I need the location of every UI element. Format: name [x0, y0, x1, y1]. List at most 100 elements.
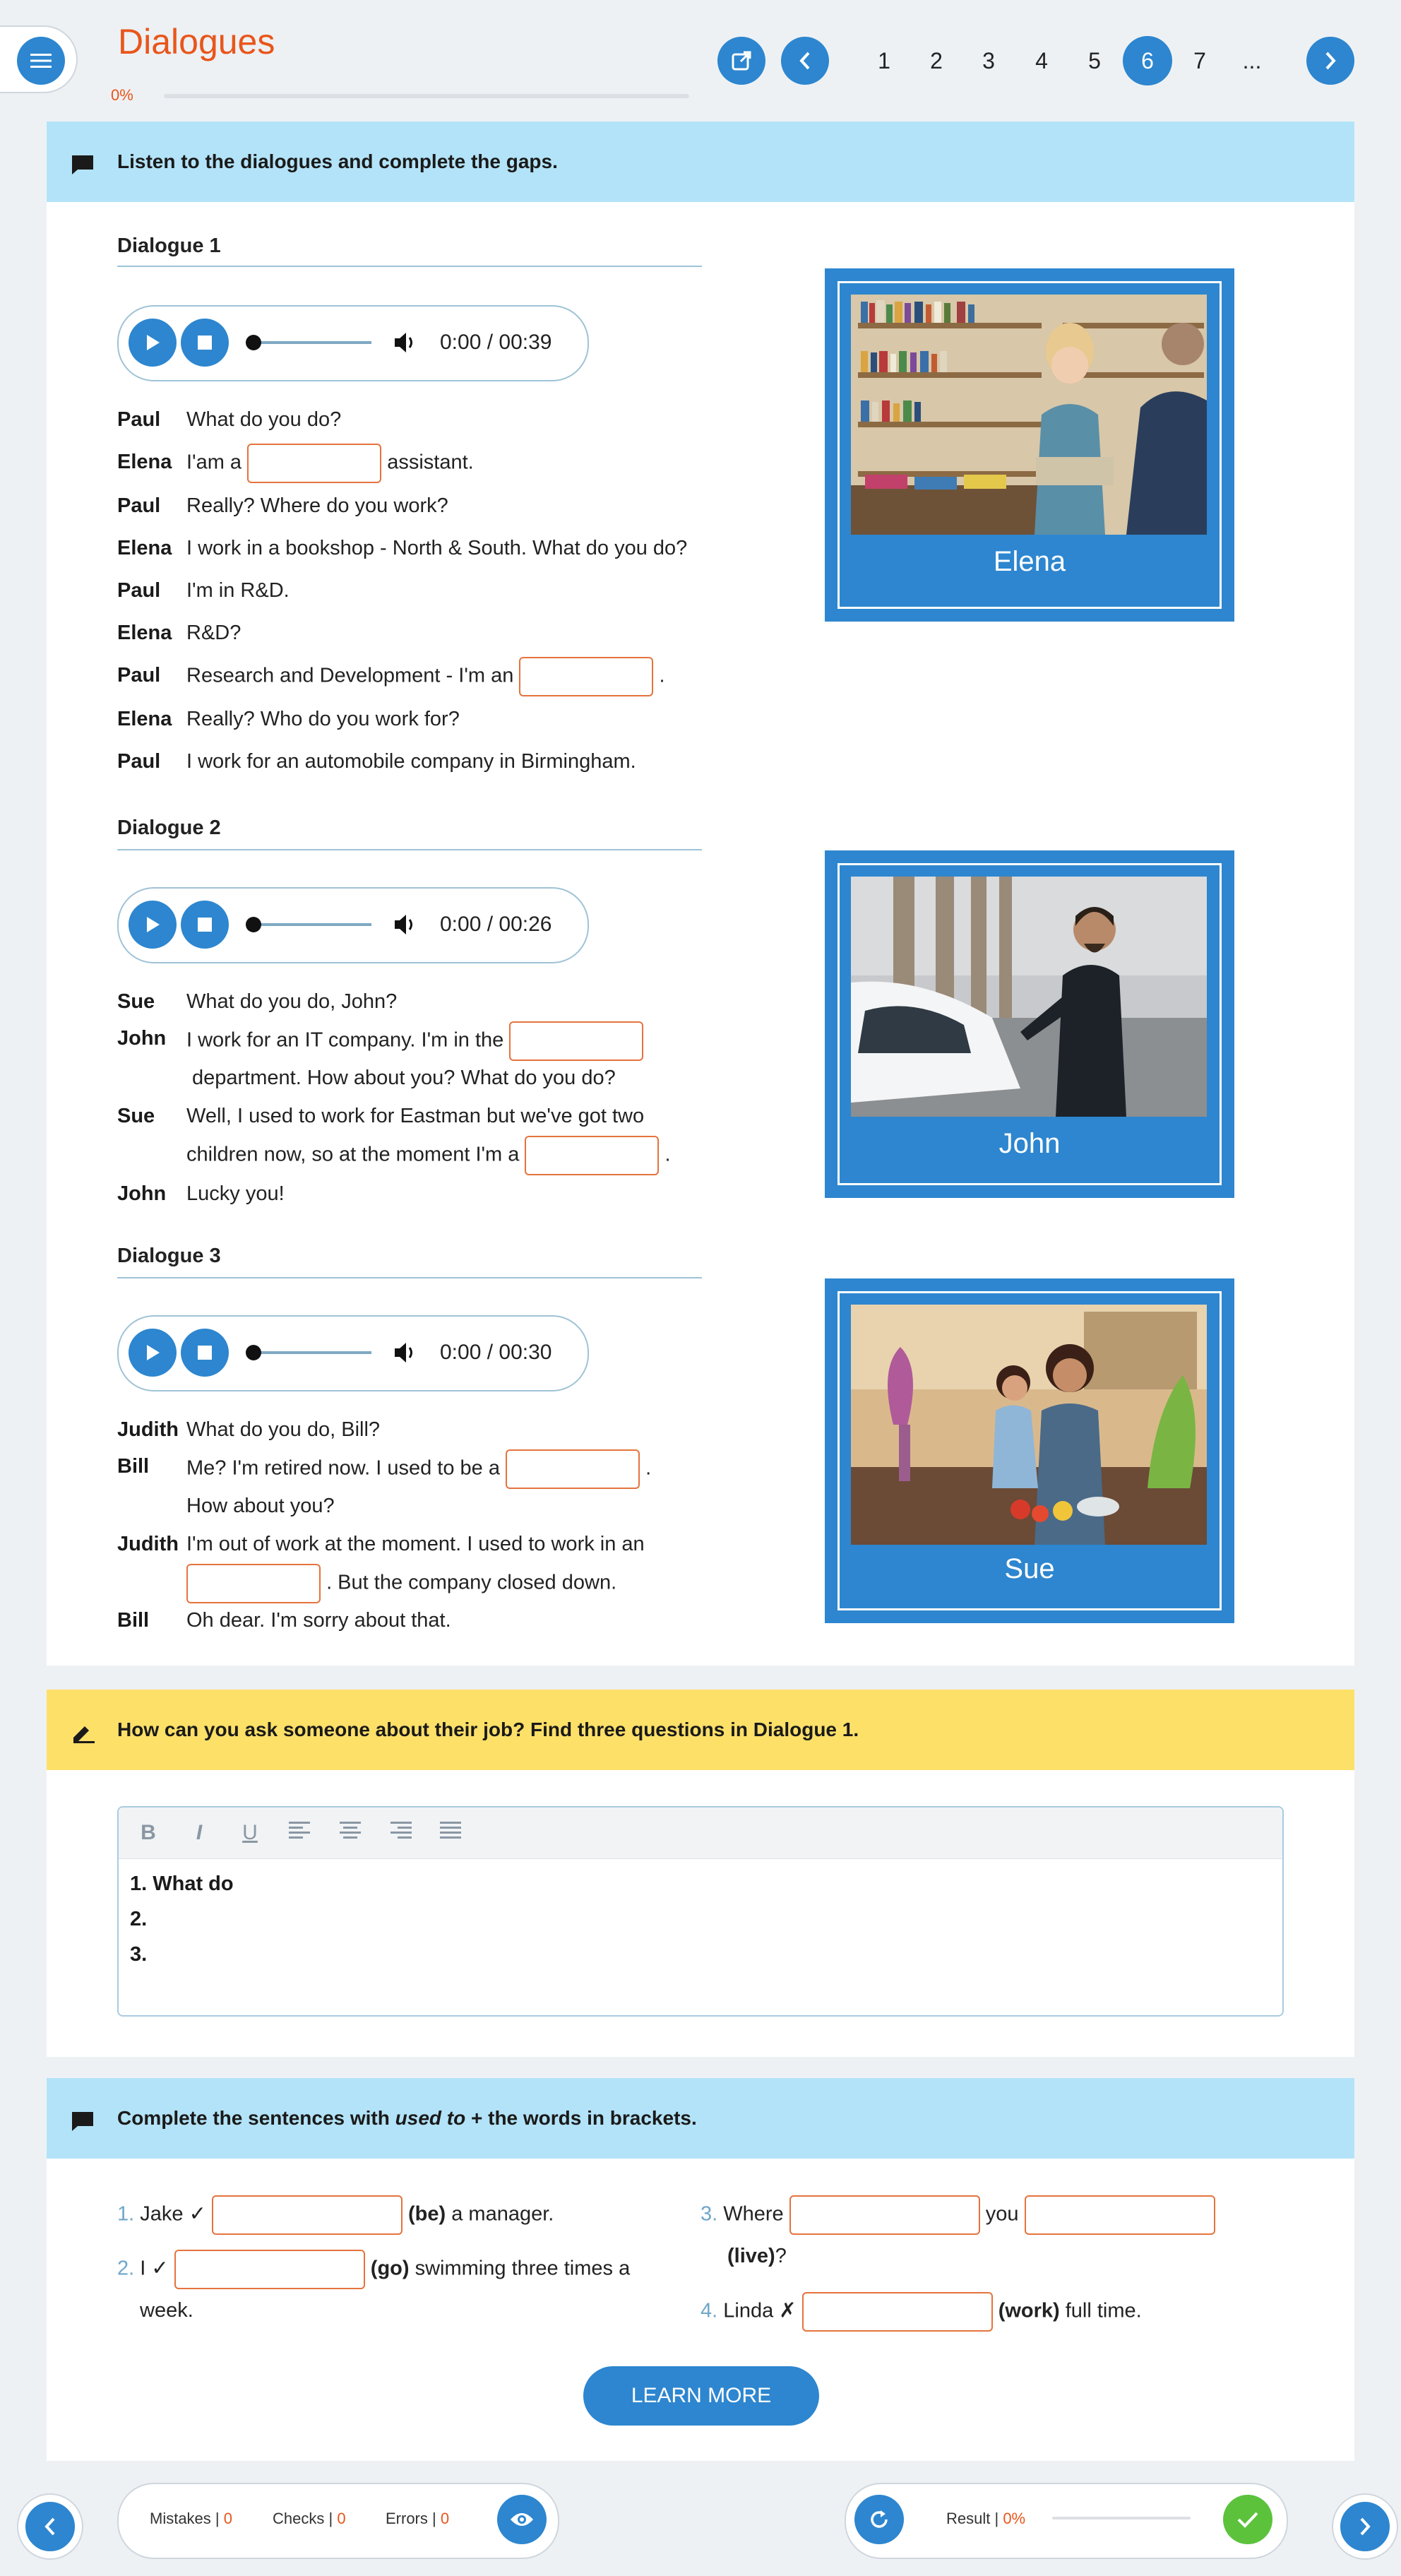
gap-input[interactable] — [186, 1564, 321, 1603]
kitchen-photo — [851, 1305, 1207, 1545]
result-stat: Result | 0% — [946, 2510, 1025, 2528]
instruction-banner: How can you ask someone about their job?… — [47, 1690, 1354, 1770]
dialogue-3-title: Dialogue 3 — [117, 1245, 221, 1267]
gap-input[interactable] — [789, 2195, 980, 2235]
volume-icon[interactable] — [393, 330, 418, 355]
page-more[interactable]: ... — [1227, 44, 1277, 78]
seek-knob[interactable] — [246, 1345, 261, 1360]
check-button[interactable] — [1223, 2495, 1272, 2544]
errors-stat: Errors | 0 — [386, 2510, 449, 2528]
divider — [117, 1277, 702, 1278]
speaker: Sue — [117, 1105, 155, 1127]
audio-time: 0:00 / 00:26 — [440, 913, 552, 936]
audio-player-3: 0:00 / 00:30 — [117, 1315, 589, 1391]
open-external-button[interactable] — [717, 37, 765, 85]
seek-track[interactable] — [253, 923, 371, 926]
speaker: John — [117, 1182, 167, 1205]
gap-input[interactable] — [801, 2292, 993, 2332]
play-button[interactable] — [129, 901, 177, 949]
gap-input[interactable] — [174, 2250, 365, 2289]
speaker: Sue — [117, 990, 155, 1013]
align-center-icon — [340, 1822, 361, 1839]
stop-button[interactable] — [181, 319, 229, 367]
gap-input[interactable] — [525, 1136, 660, 1175]
menu-button[interactable] — [17, 37, 65, 85]
result-pill — [845, 2483, 1288, 2559]
page-title: Dialogues — [118, 22, 275, 61]
gap-input[interactable] — [506, 1449, 640, 1489]
play-button[interactable] — [129, 319, 177, 367]
page-6-active[interactable]: 6 — [1123, 36, 1172, 85]
volume-icon[interactable] — [393, 912, 418, 937]
italic-button[interactable]: I — [185, 1820, 213, 1846]
audio-time: 0:00 / 00:30 — [440, 1341, 552, 1364]
align-left-button[interactable] — [285, 1820, 314, 1846]
stop-button[interactable] — [181, 901, 229, 949]
gap-input[interactable] — [509, 1021, 644, 1061]
seek-track[interactable] — [253, 1351, 371, 1354]
stop-icon — [198, 918, 212, 932]
stat-value: 0 — [223, 2510, 232, 2527]
gap-input[interactable] — [1024, 2195, 1215, 2235]
dialogue-2-title: Dialogue 2 — [117, 817, 221, 839]
prev-button[interactable] — [18, 2495, 82, 2558]
bold-button[interactable]: B — [134, 1820, 162, 1846]
gap-input[interactable] — [247, 444, 382, 483]
learn-more-button[interactable]: LEARN MORE — [583, 2366, 819, 2426]
page-2[interactable]: 2 — [912, 44, 961, 78]
page-7[interactable]: 7 — [1175, 44, 1224, 78]
dialogue-line: Really? Who do you work for? — [186, 708, 460, 730]
answer-editor[interactable]: B I U 1. What do 2. 3. — [117, 1806, 1284, 2017]
question-text: a manager. — [451, 2202, 554, 2226]
question-text: Jake ✓ — [140, 2202, 206, 2226]
gap-input[interactable] — [211, 2195, 403, 2235]
align-justify-button[interactable] — [436, 1820, 465, 1846]
volume-icon[interactable] — [393, 1340, 418, 1365]
dialogue-line: Oh dear. I'm sorry about that. — [186, 1609, 451, 1632]
seek-knob[interactable] — [246, 335, 261, 350]
editor-line: 3. — [130, 1943, 148, 1966]
dialogue-line: R&D? — [186, 622, 242, 644]
picture-frame: Elena — [837, 281, 1222, 609]
picture-card-sue: Sue — [825, 1278, 1234, 1623]
result-bar — [1052, 2517, 1191, 2519]
underline-button[interactable]: U — [236, 1820, 264, 1846]
stop-button[interactable] — [181, 1329, 229, 1377]
stop-icon — [198, 336, 212, 350]
page-3[interactable]: 3 — [964, 44, 1013, 78]
audio-time: 0:00 / 00:39 — [440, 331, 552, 354]
show-answers-button[interactable] — [497, 2495, 547, 2544]
instruction-post: + the words in brackets. — [465, 2107, 697, 2129]
speech-bubble-icon — [72, 155, 93, 174]
align-right-icon — [391, 1822, 412, 1839]
prev-page-button[interactable] — [781, 37, 829, 85]
speaker: Bill — [117, 1455, 150, 1478]
dialogue-line-gap: I work for an IT company. I'm in the — [186, 1021, 644, 1061]
seek-knob[interactable] — [246, 917, 261, 932]
seek-track[interactable] — [253, 341, 371, 344]
menu-wrap — [0, 25, 78, 93]
align-right-button[interactable] — [387, 1820, 415, 1846]
next-page-button[interactable] — [1306, 37, 1354, 85]
play-icon — [147, 917, 160, 932]
hamburger-icon — [30, 54, 52, 68]
dialogue-line-gap: children now, so at the moment I'm a . — [186, 1136, 671, 1175]
gap-input[interactable] — [519, 657, 654, 696]
picture-label: Sue — [1004, 1553, 1055, 1584]
page-4[interactable]: 4 — [1017, 44, 1066, 78]
reset-button[interactable] — [854, 2495, 904, 2544]
page-1[interactable]: 1 — [859, 44, 909, 78]
instruction-text: Complete the sentences with used to + th… — [117, 2107, 697, 2130]
play-icon — [147, 335, 160, 350]
next-button[interactable] — [1333, 2495, 1397, 2558]
question-4: 4. Linda ✗ (work) full time. — [700, 2292, 1142, 2332]
align-center-button[interactable] — [336, 1820, 364, 1846]
align-left-icon — [289, 1822, 310, 1839]
play-button[interactable] — [129, 1329, 177, 1377]
question-2-cont: week. — [140, 2299, 193, 2322]
question-text: Linda ✗ — [723, 2299, 797, 2322]
line-text: assistant. — [387, 451, 474, 474]
question-3-cont: (live)? — [727, 2245, 787, 2268]
stat-value: 0% — [1003, 2510, 1026, 2527]
page-5[interactable]: 5 — [1070, 44, 1119, 78]
